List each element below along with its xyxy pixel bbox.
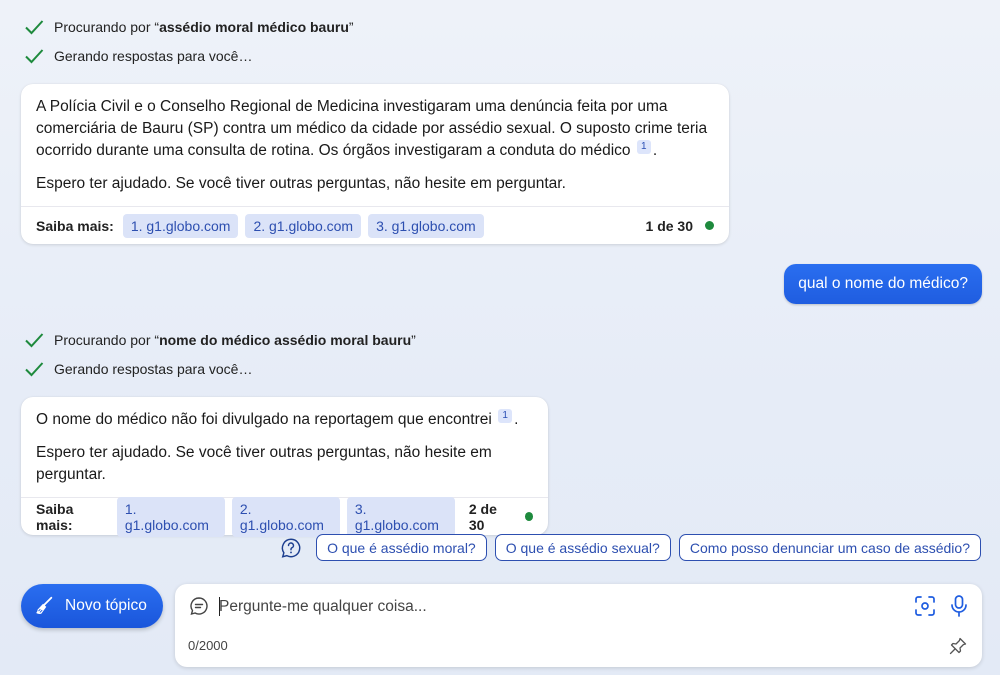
learn-more-label: Saiba mais: [36, 500, 74, 533]
suggested-questions: O que é assédio moral? O que é assédio s… [280, 534, 981, 561]
suggestion-chip-1[interactable]: O que é assédio moral? [316, 534, 487, 561]
learn-more-footer: Saiba mais: 1. g1.globo.com 2. g1.globo.… [21, 496, 548, 537]
source-link-2[interactable]: 2. g1.globo.com [231, 496, 340, 537]
check-icon [25, 20, 44, 35]
answer-body: A Polícia Civil e o Conselho Regional de… [21, 84, 729, 195]
chat-composer: 0/2000 [175, 584, 982, 667]
check-icon [25, 49, 44, 64]
learn-more-label: Saiba mais: [36, 217, 114, 234]
new-topic-label: Novo tópico [65, 597, 147, 614]
response-count: 2 de 30 [468, 500, 497, 533]
chat-bubble-icon [190, 597, 208, 616]
status-text: Gerando respostas para você… [54, 361, 253, 377]
source-link-2[interactable]: 2. g1.globo.com [245, 213, 362, 238]
status-dot [705, 221, 714, 231]
user-message-bubble: qual o nome do médico? [784, 264, 982, 304]
answer-paragraph: O nome do médico não foi divulgado na re… [36, 409, 519, 429]
suggestion-chip-3[interactable]: Como posso denunciar um caso de assédio? [678, 534, 981, 561]
answer-paragraph: Espero ter ajudado. Se você tiver outras… [36, 444, 492, 484]
status-searching-1: Procurando por “assédio moral médico bau… [24, 16, 354, 38]
status-generating-2: Gerando respostas para você… [24, 358, 252, 380]
response-count: 1 de 30 [645, 217, 693, 234]
status-text: Gerando respostas para você… [54, 48, 253, 64]
answer-body: O nome do médico não foi divulgado na re… [21, 397, 548, 486]
source-link-1[interactable]: 1. g1.globo.com [122, 213, 239, 238]
citation-link[interactable]: 1 [636, 140, 651, 154]
suggestion-chip-2[interactable]: O que é assédio sexual? [494, 534, 671, 561]
source-link-3[interactable]: 3. g1.globo.com [346, 496, 455, 537]
pin-icon[interactable] [948, 636, 968, 656]
source-link-1[interactable]: 1. g1.globo.com [116, 496, 225, 537]
answer-card-2: O nome do médico não foi divulgado na re… [21, 397, 548, 537]
answer-paragraph: A Polícia Civil e o Conselho Regional de… [36, 98, 708, 160]
status-text: Procurando por “assédio moral médico bau… [54, 19, 354, 35]
status-searching-2: Procurando por “nome do médico assédio m… [24, 329, 416, 351]
learn-more-footer: Saiba mais: 1. g1.globo.com 2. g1.globo.… [21, 206, 729, 244]
source-link-3[interactable]: 3. g1.globo.com [368, 213, 484, 238]
question-bubble-icon [281, 538, 301, 558]
answer-paragraph: Espero ter ajudado. Se você tiver outras… [36, 175, 566, 193]
status-dot [524, 512, 534, 522]
status-generating-1: Gerando respostas para você… [24, 45, 252, 67]
broom-icon [36, 596, 53, 614]
microphone-icon[interactable] [948, 594, 970, 618]
new-topic-button[interactable]: Novo tópico [21, 584, 163, 628]
check-icon [25, 333, 44, 348]
char-counter: 0/2000 [188, 638, 228, 653]
chat-input[interactable] [219, 594, 879, 620]
citation-link[interactable]: 1 [498, 409, 513, 423]
check-icon [25, 362, 44, 377]
status-text: Procurando por “nome do médico assédio m… [54, 332, 416, 348]
visual-search-icon[interactable] [913, 594, 937, 618]
answer-card-1: A Polícia Civil e o Conselho Regional de… [21, 84, 729, 245]
